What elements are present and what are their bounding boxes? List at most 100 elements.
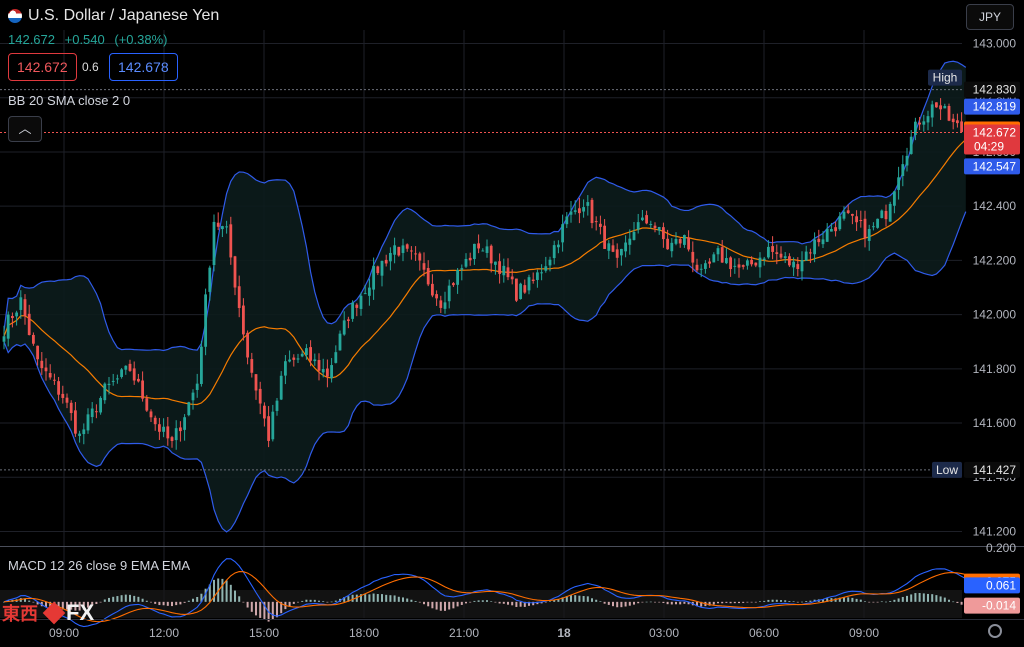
macd-histogram-bar: [910, 594, 913, 602]
macd-histogram-bar: [519, 601, 522, 607]
x-tick-label: 03:00: [649, 626, 679, 640]
macd-histogram-bar: [515, 601, 518, 607]
macd-histogram-bar: [402, 597, 404, 602]
macd-histogram-bar: [162, 601, 165, 606]
macd-histogram-bar: [544, 601, 547, 603]
macd-histogram-bar: [465, 601, 467, 604]
candle: [204, 288, 207, 356]
macd-histogram-bar: [918, 592, 921, 602]
macd-histogram-bar: [607, 601, 610, 605]
macd-histogram-bar: [368, 594, 371, 602]
macd-histogram-bar: [154, 601, 157, 604]
macd-histogram-bar: [641, 601, 644, 603]
gear-icon[interactable]: [988, 624, 1002, 638]
candle: [519, 282, 522, 300]
macd-histogram-bar: [864, 601, 866, 603]
candle: [888, 201, 892, 222]
macd-histogram-bar: [456, 601, 459, 607]
symbol-header[interactable]: U.S. Dollar / Japanese Yen: [8, 7, 219, 25]
candle: [99, 396, 102, 415]
macd-histogram-bar: [759, 601, 761, 602]
macd-histogram-bar: [166, 601, 169, 606]
macd-histogram-bar: [318, 600, 320, 602]
bb-indicator-label[interactable]: BB 20 SMA close 2 0: [8, 93, 130, 108]
logo-diamond-icon: [42, 601, 66, 625]
macd-histogram-bar: [717, 601, 719, 604]
macd-histogram-bar: [406, 598, 409, 602]
macd-histogram-bar: [330, 601, 333, 603]
macd-histogram-bar: [809, 600, 812, 602]
macd-histogram-bar: [435, 601, 438, 610]
macd-histogram-bar: [103, 599, 106, 602]
macd-histogram-bar: [939, 596, 942, 602]
spread-value: 0.6: [82, 60, 99, 74]
buy-button[interactable]: 142.678: [109, 53, 178, 81]
macd-histogram-bar: [511, 601, 514, 606]
macd-histogram-bar: [549, 601, 551, 602]
macd-histogram-bar: [418, 601, 421, 603]
macd-histogram-bar: [868, 601, 871, 603]
macd-histogram-bar: [297, 601, 299, 603]
macd-histogram-bar: [582, 596, 585, 602]
last-price-label: 142.672: [973, 125, 1017, 139]
macd-histogram-bar: [901, 596, 904, 602]
macd-histogram-bar: [712, 601, 715, 605]
macd-histogram-bar: [578, 595, 581, 602]
macd-histogram-bar: [238, 596, 241, 602]
macd-histogram-bar: [351, 594, 354, 602]
macd-histogram-bar: [385, 594, 388, 602]
macd-histogram-bar: [599, 601, 602, 602]
macd-histogram-bar: [880, 601, 883, 603]
x-tick-label: 21:00: [449, 626, 479, 640]
candle: [216, 212, 220, 231]
macd-indicator-label[interactable]: MACD 12 26 close 9 EMA EMA: [8, 558, 190, 573]
macd-histogram-bar: [725, 601, 728, 603]
macd-histogram-bar: [116, 596, 119, 602]
macd-histogram-bar: [473, 600, 476, 602]
macd-histogram-bar: [137, 596, 140, 602]
macd-histogram-bar: [801, 601, 803, 603]
macd-histogram-bar: [124, 594, 127, 602]
macd-histogram-bar: [914, 593, 917, 602]
macd-histogram-bar: [658, 601, 661, 603]
macd-histogram-bar: [397, 596, 400, 602]
macd-histogram-bar: [225, 580, 228, 602]
macd-histogram-bar: [171, 601, 173, 607]
macd-histogram-bar: [666, 601, 669, 605]
macd-histogram-bar: [250, 601, 253, 612]
macd-histogram-bar: [414, 601, 417, 602]
collapse-indicators-button[interactable]: ︿: [8, 116, 42, 142]
macd-histogram-bar: [855, 598, 858, 602]
macd-histogram-bar: [754, 601, 757, 603]
candle: [876, 218, 879, 229]
candle: [515, 278, 518, 303]
macd-histogram-bar: [431, 601, 434, 609]
symbol-title: U.S. Dollar / Japanese Yen: [28, 7, 220, 24]
macd-histogram-bar: [120, 595, 123, 602]
x-tick-label: 06:00: [749, 626, 779, 640]
macd-histogram-bar: [872, 601, 875, 603]
macd-histogram-bar: [847, 597, 850, 602]
macd-histogram-bar: [448, 601, 451, 610]
macd-histogram-bar: [410, 599, 413, 602]
currency-selector[interactable]: JPY: [966, 4, 1014, 30]
macd-hist-label: -0.014: [982, 599, 1016, 613]
macd-histogram-bar: [796, 601, 799, 603]
high-price-label: 142.830: [973, 83, 1017, 97]
macd-histogram-bar: [733, 601, 736, 604]
x-tick-label: 18: [557, 626, 571, 640]
chart-canvas[interactable]: 143.000142.800142.600142.400142.200142.0…: [0, 0, 1024, 647]
macd-histogram-bar: [145, 600, 148, 602]
macd-histogram-bar: [679, 601, 682, 605]
sell-button[interactable]: 142.672: [8, 53, 77, 81]
macd-histogram-bar: [276, 601, 278, 618]
macd-histogram-bar: [498, 601, 501, 604]
bar-countdown: 04:29: [974, 139, 1004, 153]
macd-histogram-bar: [309, 599, 312, 602]
macd-histogram-bar: [481, 600, 484, 602]
macd-histogram-bar: [288, 601, 291, 607]
macd-histogram-bar: [729, 601, 732, 604]
x-tick-label: 15:00: [249, 626, 279, 640]
macd-histogram-bar: [469, 601, 472, 603]
y-tick-label: 142.400: [973, 199, 1017, 213]
